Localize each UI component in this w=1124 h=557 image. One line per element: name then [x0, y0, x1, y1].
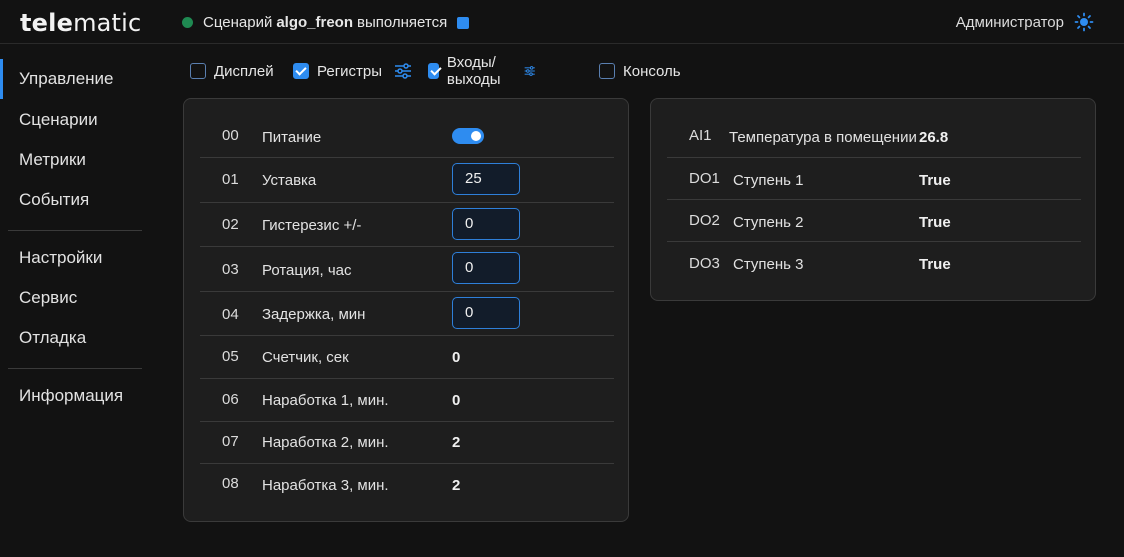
register-label: Счетчик, сек — [262, 349, 349, 366]
register-label: Наработка 1, мин. — [262, 392, 389, 409]
table-row: 03 Ротация, час 0 — [200, 247, 614, 292]
register-num: 00 — [222, 127, 239, 144]
sidebar-item-control[interactable]: Управление — [0, 59, 160, 99]
io-value: True — [919, 214, 951, 231]
toggle-registers[interactable]: Регистры — [293, 60, 412, 82]
toggle-label: Входы/выходы — [446, 54, 501, 88]
io-label: Температура в помещении — [729, 129, 917, 146]
toggle-io[interactable]: Входы/выходы — [428, 54, 536, 88]
register-num: 01 — [222, 171, 239, 188]
table-row: 02 Гистерезис +/- 0 — [200, 203, 614, 247]
sliders-icon[interactable] — [524, 63, 535, 79]
setpoint-input[interactable]: 25 — [452, 163, 520, 195]
register-label: Задержка, мин — [262, 306, 366, 323]
register-num: 06 — [222, 391, 239, 408]
stop-square-icon[interactable] — [457, 16, 470, 29]
register-num: 07 — [222, 433, 239, 450]
io-card: AI1 Температура в помещении 26.8 DO1 Сту… — [650, 98, 1096, 301]
status-suffix: выполняется — [357, 14, 448, 31]
register-num: 08 — [222, 475, 239, 492]
register-value: 2 — [452, 477, 461, 494]
sun-icon[interactable] — [1074, 12, 1094, 32]
registers-card: 00 Питание 01 Уставка 25 02 Гистерезис +… — [183, 98, 629, 522]
register-label: Наработка 2, мин. — [262, 434, 389, 451]
io-label: Ступень 1 — [733, 172, 804, 189]
register-num: 03 — [222, 261, 239, 278]
toggle-label: Консоль — [623, 62, 681, 80]
logo-rest: matic — [73, 9, 142, 37]
status-algo-name: algo_freon — [276, 14, 354, 31]
list-item: DO2 Ступень 2 True — [667, 200, 1081, 242]
delay-input[interactable]: 0 — [452, 297, 520, 329]
register-num: 05 — [222, 348, 239, 365]
io-label: Ступень 3 — [733, 256, 804, 273]
sliders-icon[interactable] — [394, 63, 412, 79]
toggle-label: Дисплей — [214, 62, 274, 80]
register-value: 0 — [452, 392, 461, 409]
table-row: 04 Задержка, мин 0 — [200, 292, 614, 336]
sidebar-item-service[interactable]: Сервис — [0, 278, 160, 318]
sidebar-divider — [8, 368, 142, 369]
sidebar-item-debug[interactable]: Отладка — [0, 318, 160, 358]
toggle-label: Регистры — [317, 62, 383, 80]
io-id: DO1 — [689, 170, 720, 187]
hysteresis-input[interactable]: 0 — [452, 208, 520, 240]
logo-bold: tele — [20, 9, 74, 37]
scenario-status: Сценарий algo_freon выполняется — [182, 14, 470, 31]
register-label: Ротация, час — [262, 262, 352, 279]
io-value: True — [919, 172, 951, 189]
sidebar-item-metrics[interactable]: Метрики — [0, 140, 160, 180]
table-row: 00 Питание — [200, 115, 614, 158]
io-id: AI1 — [689, 127, 712, 144]
user-name[interactable]: Администратор — [956, 14, 1064, 31]
table-row: 05 Счетчик, сек 0 — [200, 336, 614, 379]
power-switch[interactable] — [452, 128, 484, 144]
sidebar-item-scenarios[interactable]: Сценарии — [0, 100, 160, 140]
top-bar: telematic Сценарий algo_freon выполняетс… — [0, 0, 1124, 44]
register-num: 04 — [222, 306, 239, 323]
table-row: 07 Наработка 2, мин. 2 — [200, 422, 614, 464]
sidebar-item-info[interactable]: Информация — [0, 376, 160, 416]
logo[interactable]: telematic — [20, 9, 141, 37]
sidebar-item-events[interactable]: События — [0, 180, 160, 220]
table-row: 08 Наработка 3, мин. 2 — [200, 464, 614, 506]
register-value: 0 — [452, 349, 461, 366]
list-item: DO1 Ступень 1 True — [667, 158, 1081, 200]
rotation-input[interactable]: 0 — [452, 252, 520, 284]
console-checkbox[interactable] — [599, 63, 615, 79]
status-prefix: Сценарий — [203, 14, 273, 31]
register-label: Наработка 3, мин. — [262, 477, 389, 494]
toggle-display[interactable]: Дисплей — [190, 60, 274, 82]
display-checkbox[interactable] — [190, 63, 206, 79]
io-value: 26.8 — [919, 129, 949, 146]
status-dot-icon — [182, 17, 193, 28]
io-label: Ступень 2 — [733, 214, 804, 231]
register-label: Уставка — [262, 172, 317, 189]
io-id: DO2 — [689, 212, 720, 229]
sidebar: Управление Сценарии Метрики События Наст… — [0, 44, 160, 557]
table-row: 01 Уставка 25 — [200, 158, 614, 203]
sidebar-divider — [8, 230, 142, 231]
sidebar-item-settings[interactable]: Настройки — [0, 238, 160, 278]
register-label: Гистерезис +/- — [262, 217, 362, 234]
io-checkbox[interactable] — [428, 63, 439, 79]
io-id: DO3 — [689, 255, 720, 272]
toggle-console[interactable]: Консоль — [599, 60, 681, 82]
registers-checkbox[interactable] — [293, 63, 309, 79]
list-item: AI1 Температура в помещении 26.8 — [667, 115, 1081, 158]
list-item: DO3 Ступень 3 True — [667, 242, 1081, 285]
table-row: 06 Наработка 1, мин. 0 — [200, 379, 614, 422]
io-value: True — [919, 256, 951, 273]
register-num: 02 — [222, 216, 239, 233]
register-label: Питание — [262, 129, 322, 146]
register-value: 2 — [452, 434, 461, 451]
